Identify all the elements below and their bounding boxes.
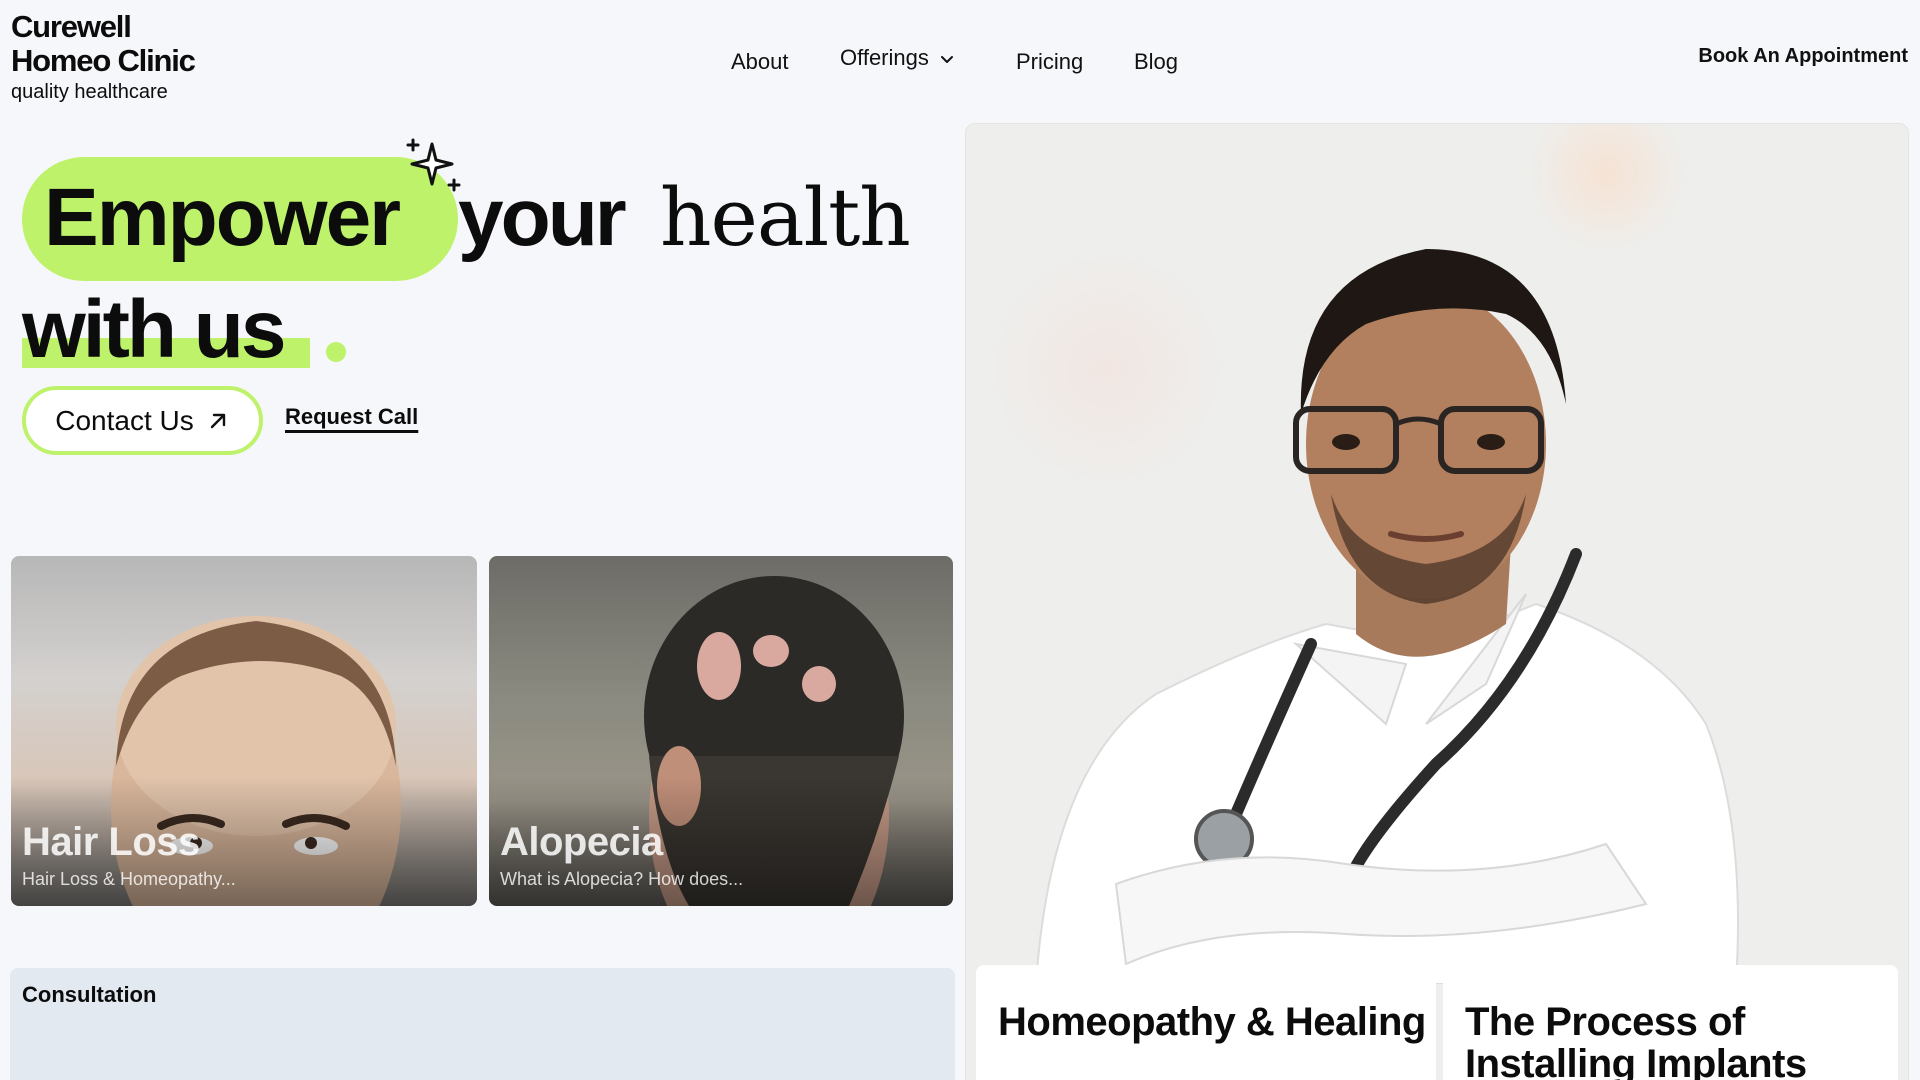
blog-card-title: Homeopathy & Healing	[998, 1000, 1426, 1044]
arrow-up-right-icon	[210, 413, 225, 428]
card-title: Alopecia	[500, 820, 663, 864]
book-appointment-link[interactable]: Book An Appointment	[1698, 43, 1908, 69]
nav-pricing[interactable]: Pricing	[1016, 44, 1083, 80]
nav-blog[interactable]: Blog	[1134, 44, 1178, 80]
doctor-hero-image	[965, 123, 1909, 1080]
card-subtitle: What is Alopecia? How does...	[500, 869, 744, 889]
consultation-panel: Consultation	[10, 968, 955, 1080]
blog-card-implants[interactable]: The Process of Installing Implants	[1443, 965, 1898, 1080]
contact-us-button[interactable]: Contact Us	[22, 386, 263, 455]
blog-card-homeopathy[interactable]: Homeopathy & Healing	[976, 965, 1436, 1080]
headline-dot	[326, 342, 346, 362]
consultation-label: Consultation	[22, 982, 157, 1007]
sparkle-icon	[406, 138, 461, 192]
hero-section: Empower your health with us Contact Us R…	[0, 0, 960, 480]
request-call-link[interactable]: Request Call	[285, 404, 418, 430]
headline-with-us: with us	[22, 284, 286, 375]
headline-word-your: your	[458, 172, 627, 263]
blog-card-title: The Process of Installing Implants	[1465, 1000, 1807, 1080]
card-alopecia[interactable]: Alopecia What is Alopecia? How does...	[489, 556, 953, 906]
contact-us-label: Contact Us	[55, 404, 194, 436]
doctor-portrait	[1034, 249, 1739, 984]
headline-word-health: health	[660, 171, 911, 264]
card-subtitle: Hair Loss & Homeopathy...	[22, 869, 236, 889]
card-title: Hair Loss	[22, 820, 200, 864]
headline-word-empower: Empower	[44, 172, 401, 263]
card-hair-loss[interactable]: Hair Loss Hair Loss & Homeopathy...	[11, 556, 477, 906]
